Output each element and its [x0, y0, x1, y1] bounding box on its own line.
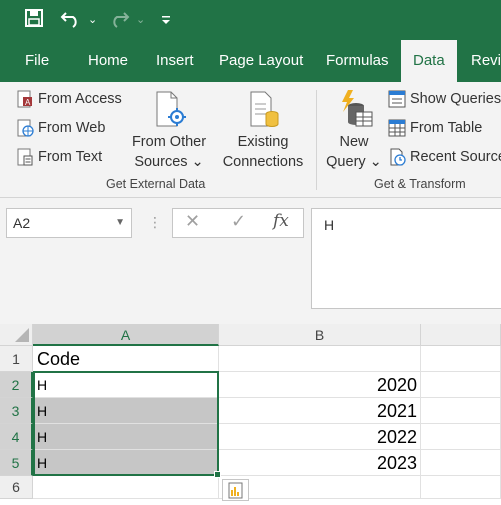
web-icon	[16, 119, 34, 137]
from-access-label: From Access	[38, 90, 122, 107]
cell-b4[interactable]: 2022	[219, 424, 421, 450]
show-queries-icon	[388, 90, 406, 108]
existing-connections-icon	[218, 90, 308, 132]
from-text-label: From Text	[38, 148, 103, 165]
undo-icon[interactable]	[60, 8, 82, 36]
svg-text:A: A	[25, 98, 31, 107]
formula-buttons: ✕ ✓ fx	[172, 208, 304, 238]
other-sources-icon	[128, 90, 210, 132]
cell-c6[interactable]	[421, 476, 501, 499]
customize-toolbar-icon[interactable]	[160, 8, 172, 36]
cancel-icon[interactable]: ✕	[185, 211, 200, 232]
cell-c4[interactable]	[421, 424, 501, 450]
cell-a3[interactable]: H	[33, 398, 219, 424]
row-header[interactable]: 4	[0, 424, 33, 450]
name-box-value: A2	[13, 215, 31, 231]
row-header[interactable]: 1	[0, 346, 33, 372]
cell-b3[interactable]: 2021	[219, 398, 421, 424]
from-web-button[interactable]: From Web	[16, 119, 105, 137]
redo-dropdown-icon[interactable]: ⌄	[136, 8, 145, 32]
group-separator	[316, 90, 317, 190]
name-box[interactable]: A2 ▼	[6, 208, 132, 238]
fill-handle[interactable]	[214, 471, 221, 478]
row-header[interactable]: 3	[0, 398, 33, 424]
ribbon-data: A From Access From Web From Text From Ot…	[0, 82, 501, 198]
show-queries-label: Show Queries	[410, 90, 501, 107]
row-header[interactable]: 6	[0, 476, 33, 499]
from-access-button[interactable]: A From Access	[16, 90, 122, 108]
cell-c1[interactable]	[421, 346, 501, 372]
ribbon-tabs: File Home Insert Page Layout Formulas Da…	[0, 40, 501, 82]
formula-bar-area: A2 ▼ ⋮ ✕ ✓ fx H	[0, 198, 501, 324]
from-table-button[interactable]: From Table	[388, 119, 482, 137]
show-queries-button[interactable]: Show Queries	[388, 90, 501, 108]
formula-bar-resize-handle[interactable]: ⋮	[148, 214, 162, 231]
group-label-get-external-data: Get External Data	[106, 177, 206, 191]
new-query-label-2: Query ⌄	[326, 154, 382, 170]
cell-c3[interactable]	[421, 398, 501, 424]
from-other-sources-button[interactable]: From Other Sources ⌄	[128, 90, 210, 172]
existing-connections-button[interactable]: Existing Connections	[218, 90, 308, 172]
quick-access-toolbar: ⌄ ⌄	[0, 0, 501, 40]
name-box-dropdown-icon[interactable]: ▼	[115, 209, 125, 237]
row-header[interactable]: 2	[0, 372, 33, 398]
cell-a6[interactable]	[33, 476, 219, 499]
group-label-get-transform: Get & Transform	[374, 177, 466, 191]
redo-icon[interactable]	[108, 8, 130, 36]
cell-a1[interactable]: Code	[33, 346, 219, 372]
column-header-b[interactable]: B	[219, 324, 421, 346]
existing-connections-label-2: Connections	[222, 154, 304, 170]
from-text-button[interactable]: From Text	[16, 148, 102, 166]
cell-b1[interactable]	[219, 346, 421, 372]
tab-data[interactable]: Data	[401, 40, 457, 82]
cell-c5[interactable]	[421, 450, 501, 476]
quick-analysis-icon	[223, 482, 248, 504]
insert-function-icon[interactable]: fx	[273, 211, 289, 231]
recent-sources-button[interactable]: Recent Sources	[388, 148, 501, 166]
enter-icon[interactable]: ✓	[231, 211, 246, 232]
column-header-a[interactable]: A	[33, 324, 219, 346]
tab-file[interactable]: File	[25, 40, 49, 82]
cell-a4[interactable]: H	[33, 424, 219, 450]
save-icon[interactable]	[24, 8, 44, 36]
tab-page-layout[interactable]: Page Layout	[219, 40, 303, 82]
cell-b2[interactable]: 2020	[219, 372, 421, 398]
undo-dropdown-icon[interactable]: ⌄	[88, 8, 97, 32]
access-icon: A	[16, 90, 34, 108]
from-other-sources-label-2: Sources ⌄	[134, 154, 204, 170]
from-other-sources-label-1: From Other	[131, 134, 207, 150]
new-query-button[interactable]: New Query ⌄	[322, 90, 386, 172]
new-query-label-1: New	[339, 134, 369, 150]
recent-sources-label: Recent Sources	[410, 148, 501, 165]
column-header-c[interactable]	[421, 324, 501, 346]
cell-b6[interactable]	[219, 476, 421, 499]
row-header[interactable]: 5	[0, 450, 33, 476]
existing-connections-label-1: Existing	[237, 134, 289, 150]
from-web-label: From Web	[38, 119, 106, 136]
cell-a2[interactable]: H	[33, 372, 219, 398]
select-all-button[interactable]	[0, 324, 33, 346]
new-query-icon	[322, 90, 386, 132]
cell-b5[interactable]: 2023	[219, 450, 421, 476]
quick-analysis-button[interactable]	[222, 479, 249, 501]
from-table-label: From Table	[410, 119, 483, 136]
cell-c2[interactable]	[421, 372, 501, 398]
worksheet-grid: A B 1 Code 2 H 2020 3 H 2021 4 H 2022 5 …	[0, 324, 501, 501]
tab-insert[interactable]: Insert	[156, 40, 194, 82]
text-file-icon	[16, 148, 34, 166]
tab-home[interactable]: Home	[88, 40, 128, 82]
tab-formulas[interactable]: Formulas	[326, 40, 389, 82]
recent-sources-icon	[388, 148, 406, 166]
formula-input[interactable]: H	[311, 208, 501, 309]
cell-a5[interactable]: H	[33, 450, 219, 476]
table-icon	[388, 119, 406, 137]
tab-review[interactable]: Revi	[471, 40, 501, 82]
